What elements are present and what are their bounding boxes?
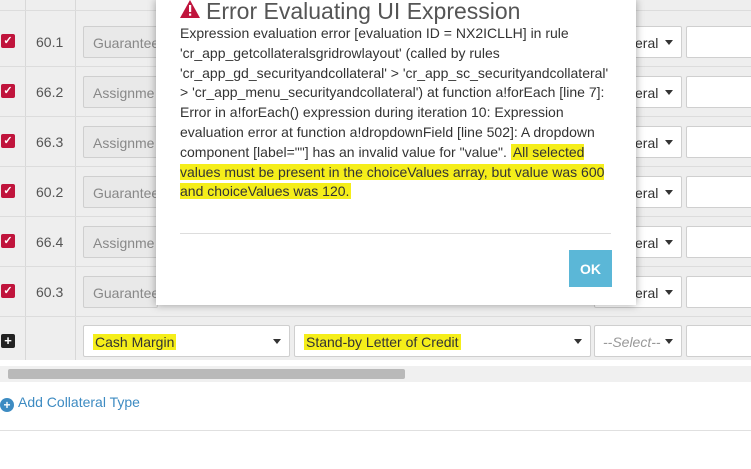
row-divider	[0, 316, 751, 317]
chevron-down-icon	[665, 290, 673, 295]
add-collateral-type-label: Add Collateral Type	[18, 394, 140, 410]
chevron-down-icon	[665, 339, 673, 344]
row-number: 60.3	[36, 284, 64, 300]
row-number: 66.2	[36, 84, 64, 100]
dropdown-value: eral	[635, 135, 659, 151]
amount-field[interactable]	[686, 276, 751, 308]
collateral-type-field[interactable]: Guarantee	[83, 276, 158, 308]
error-dialog: Error Evaluating UI Expression Expressio…	[156, 0, 636, 305]
collateral-type-value: Cash Margin	[93, 334, 177, 350]
row-number: 66.3	[36, 134, 64, 150]
chevron-down-icon	[665, 190, 673, 195]
select-placeholder: --Select--	[603, 334, 661, 350]
dialog-message: Expression evaluation error [evaluation …	[180, 24, 620, 202]
ok-button[interactable]: OK	[569, 250, 612, 287]
amount-field[interactable]	[686, 176, 751, 208]
amount-field[interactable]	[686, 76, 751, 108]
collateral-type-field[interactable]: Assignme	[83, 126, 158, 158]
row-checkbox[interactable]: ✓	[1, 284, 15, 298]
collateral-type-field[interactable]: Guarantee	[83, 26, 158, 58]
add-collateral-type-link[interactable]: + Add Collateral Type	[0, 394, 140, 412]
row-checkbox[interactable]: ✓	[1, 184, 15, 198]
chevron-down-icon	[665, 90, 673, 95]
dropdown-value: eral	[635, 285, 659, 301]
row-checkbox[interactable]: ✓	[1, 134, 15, 148]
warning-icon	[180, 0, 200, 18]
dropdown-value: eral	[635, 185, 659, 201]
chevron-down-icon	[665, 240, 673, 245]
dialog-title: Error Evaluating UI Expression	[180, 0, 520, 25]
collateral-subtype-value: Stand-by Letter of Credit	[304, 334, 461, 350]
dropdown-value: eral	[635, 85, 659, 101]
collateral-type-dropdown[interactable]: Cash Margin	[83, 325, 290, 357]
section-divider	[0, 430, 751, 431]
amount-field[interactable]	[686, 226, 751, 258]
chevron-down-icon	[665, 140, 673, 145]
row-number: 60.1	[36, 34, 64, 50]
add-row-icon[interactable]: +	[1, 334, 15, 348]
error-message-text: Expression evaluation error [evaluation …	[180, 25, 609, 160]
collateral-type-field[interactable]: Assignme	[83, 76, 158, 108]
select-dropdown[interactable]: --Select--	[594, 325, 682, 357]
dialog-divider	[180, 233, 611, 234]
chevron-down-icon	[665, 40, 673, 45]
horizontal-scrollbar[interactable]	[0, 366, 751, 382]
row-number: 60.2	[36, 184, 64, 200]
collateral-type-field[interactable]: Guarantee	[83, 176, 158, 208]
collateral-type-field[interactable]: Assignme	[83, 226, 158, 258]
dialog-title-text: Error Evaluating UI Expression	[206, 0, 521, 24]
row-checkbox[interactable]: ✓	[1, 234, 15, 248]
dropdown-value: eral	[635, 35, 659, 51]
dropdown-value: eral	[635, 235, 659, 251]
row-checkbox[interactable]: ✓	[1, 84, 15, 98]
chevron-down-icon	[273, 339, 281, 344]
chevron-down-icon	[574, 339, 582, 344]
row-number: 66.4	[36, 234, 64, 250]
amount-field[interactable]	[686, 26, 751, 58]
scrollbar-thumb[interactable]	[8, 369, 405, 379]
collateral-subtype-dropdown[interactable]: Stand-by Letter of Credit	[294, 325, 591, 357]
amount-field[interactable]	[686, 325, 751, 357]
amount-field[interactable]	[686, 126, 751, 158]
plus-icon: +	[0, 398, 14, 412]
row-checkbox[interactable]: ✓	[1, 34, 15, 48]
